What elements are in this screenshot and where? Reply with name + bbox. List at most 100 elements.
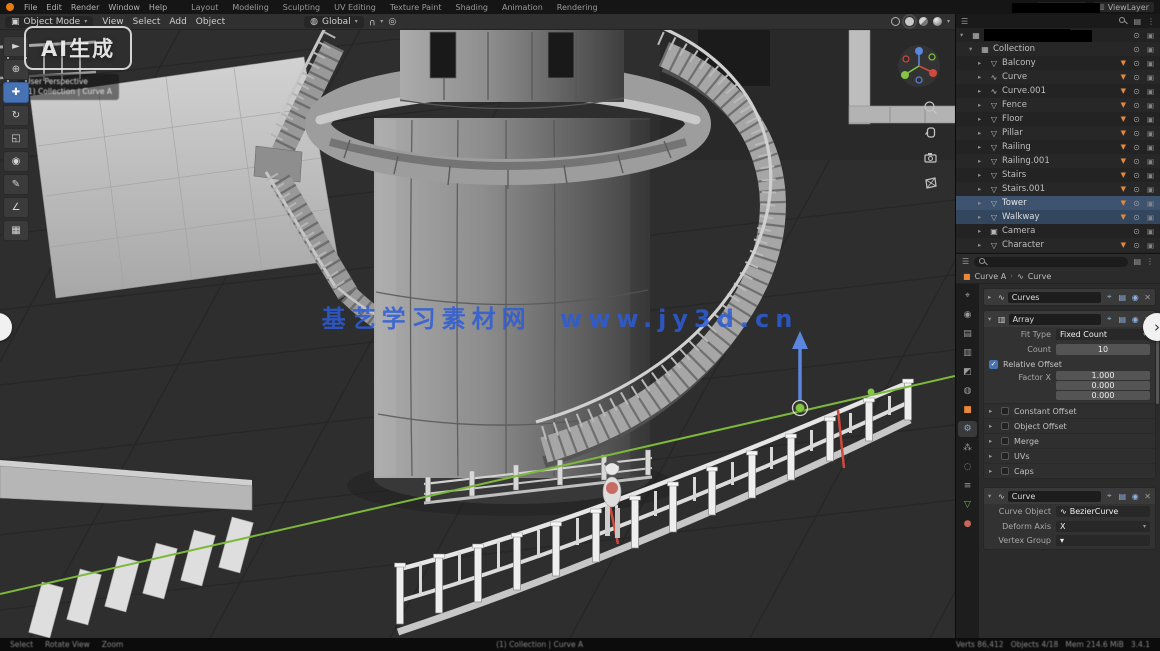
modifier-name-field[interactable]: Curve [1008,491,1102,502]
outliner-row[interactable]: ▸▽Stairs.001▼⊙▣ [956,182,1160,196]
breadcrumb-object[interactable]: Curve A [975,272,1007,281]
viewlayer-selector[interactable]: ▥ViewLayer [1093,2,1154,12]
render-toggle-icon[interactable]: ▣ [1145,185,1156,194]
outliner-row[interactable]: ▸▽Fence▼⊙▣ [956,98,1160,112]
outliner-row[interactable]: ▸▽Railing▼⊙▣ [956,140,1160,154]
close-icon[interactable]: ✕ [1144,492,1151,501]
workspace-tab[interactable]: Texture Paint [384,2,448,13]
eye-icon[interactable]: ⊙ [1131,115,1142,124]
render-toggle-icon[interactable]: ◉ [1130,315,1140,324]
viewport-menu-item[interactable]: Select [133,17,161,27]
eye-icon[interactable]: ⊙ [1131,241,1142,250]
checkbox-checked-icon[interactable]: ✓ [989,360,998,369]
tab-view-layer[interactable]: ▥ [958,345,977,361]
shading-dropdown-icon[interactable]: ▾ [947,18,950,25]
blender-logo-icon[interactable] [6,3,14,11]
eye-icon[interactable]: ⊙ [1131,45,1142,54]
tab-particles[interactable]: ⁂ [958,440,977,456]
render-toggle-icon[interactable]: ▣ [1145,171,1156,180]
eye-icon[interactable]: ⊙ [1131,213,1142,222]
eye-icon[interactable]: ⊙ [1131,59,1142,68]
search-icon[interactable] [1119,17,1127,25]
modifier-subpanel[interactable]: ▸ UVs [984,448,1155,463]
edit-mode-toggle-icon[interactable]: ⌖ [1104,292,1114,302]
render-toggle-icon[interactable]: ◉ [1130,492,1140,501]
workspace-tab[interactable]: Rendering [551,2,604,13]
menu-item[interactable]: File [24,3,37,12]
expand-icon[interactable]: ▸ [978,87,986,95]
editor-type-icon[interactable]: ☰ [961,17,968,26]
tab-render[interactable]: ◉ [958,307,977,323]
workspace-tab[interactable]: Shading [449,2,494,13]
outliner-row[interactable]: ▸▽Character▼⊙▣ [956,238,1160,252]
subpanel-checkbox[interactable] [1001,422,1009,430]
render-toggle-icon[interactable]: ▣ [1145,59,1156,68]
modifier-subpanel[interactable]: ▸ Constant Offset [984,403,1155,418]
relative-offset-toggle[interactable]: ✓ Relative Offset [984,357,1155,371]
add-cube-tool[interactable]: ▦ [3,220,29,241]
workspace-tab[interactable]: UV Editing [328,2,382,13]
vertex-group-field[interactable]: ▾ [1056,535,1150,546]
realtime-toggle-icon[interactable]: ▤ [1117,293,1127,302]
expand-icon[interactable]: ▸ [978,157,986,165]
shading-wireframe-icon[interactable] [891,17,900,26]
render-toggle-icon[interactable]: ▣ [1145,31,1156,40]
count-field[interactable]: 10 [1056,344,1150,355]
outliner-row[interactable]: ▸▣Camera⊙▣ [956,224,1160,238]
properties-search-input[interactable] [974,257,1128,267]
outliner-row[interactable]: ▸▽Railing.001▼⊙▣ [956,154,1160,168]
expand-icon[interactable]: ▾ [988,315,995,323]
tab-material[interactable]: ● [958,516,977,532]
eye-icon[interactable]: ⊙ [1131,101,1142,110]
eye-icon[interactable]: ⊙ [1131,73,1142,82]
tab-tool[interactable]: ⌖ [958,288,977,304]
render-toggle-icon[interactable]: ▣ [1145,157,1156,166]
realtime-toggle-icon[interactable]: ▤ [1117,492,1127,501]
render-toggle-icon[interactable]: ▣ [1145,45,1156,54]
expand-icon[interactable]: ▸ [989,467,996,475]
filter-icon[interactable]: ▤ [1133,257,1141,266]
outliner-row[interactable]: ▸∿Curve.001▼⊙▣ [956,84,1160,98]
deform-axis-dropdown[interactable]: X▾ [1056,521,1150,532]
render-toggle-icon[interactable]: ▣ [1145,143,1156,152]
expand-icon[interactable]: ▸ [978,101,986,109]
render-toggle-icon[interactable]: ▣ [1145,73,1156,82]
subpanel-checkbox[interactable] [1001,407,1009,415]
render-toggle-icon[interactable]: ▣ [1145,87,1156,96]
shading-rendered-icon[interactable] [933,17,942,26]
options-dots-icon[interactable]: ⋮ [1146,257,1154,266]
render-toggle-icon[interactable]: ▣ [1145,213,1156,222]
subpanel-checkbox[interactable] [1001,452,1009,460]
scene-3d-view[interactable] [0,30,955,638]
expand-icon[interactable]: ▸ [978,59,986,67]
pan-hand-icon[interactable] [923,125,938,140]
expand-icon[interactable]: ▸ [978,115,986,123]
expand-icon[interactable]: ▸ [989,407,996,415]
expand-icon[interactable]: ▾ [988,492,995,500]
expand-icon[interactable]: ▸ [978,241,986,249]
editor-type-icon[interactable]: ☰ [962,257,969,266]
factor-y-field[interactable]: 0.000 [1056,381,1150,390]
edit-mode-toggle-icon[interactable]: ⌖ [1104,314,1114,324]
snap-dropdown-icon[interactable]: ▾ [380,18,383,25]
expand-icon[interactable]: ▸ [989,422,996,430]
render-toggle-icon[interactable]: ▣ [1145,115,1156,124]
factor-x-field[interactable]: 1.000 [1056,371,1150,380]
eye-icon[interactable]: ⊙ [1131,143,1142,152]
orientation-dropdown[interactable]: ◍Global▾ [304,16,364,28]
eye-icon[interactable]: ⊙ [1131,171,1142,180]
expand-icon[interactable]: ▾ [969,45,977,53]
render-toggle-icon[interactable]: ▣ [1145,227,1156,236]
transform-tool[interactable]: ◉ [3,151,29,172]
modifier-subpanel[interactable]: ▸ Object Offset [984,418,1155,433]
proportional-edit-icon[interactable]: ◎ [388,17,396,27]
render-toggle-icon[interactable]: ▣ [1145,101,1156,110]
navigation-gizmo[interactable] [897,44,941,92]
expand-icon[interactable]: ▸ [989,452,996,460]
expand-icon[interactable]: ▸ [978,73,986,81]
eye-icon[interactable]: ⊙ [1131,199,1142,208]
expand-icon[interactable]: ▸ [978,185,986,193]
expand-icon[interactable]: ▸ [989,437,996,445]
measure-tool[interactable]: ∠ [3,197,29,218]
render-toggle-icon[interactable]: ▣ [1145,241,1156,250]
